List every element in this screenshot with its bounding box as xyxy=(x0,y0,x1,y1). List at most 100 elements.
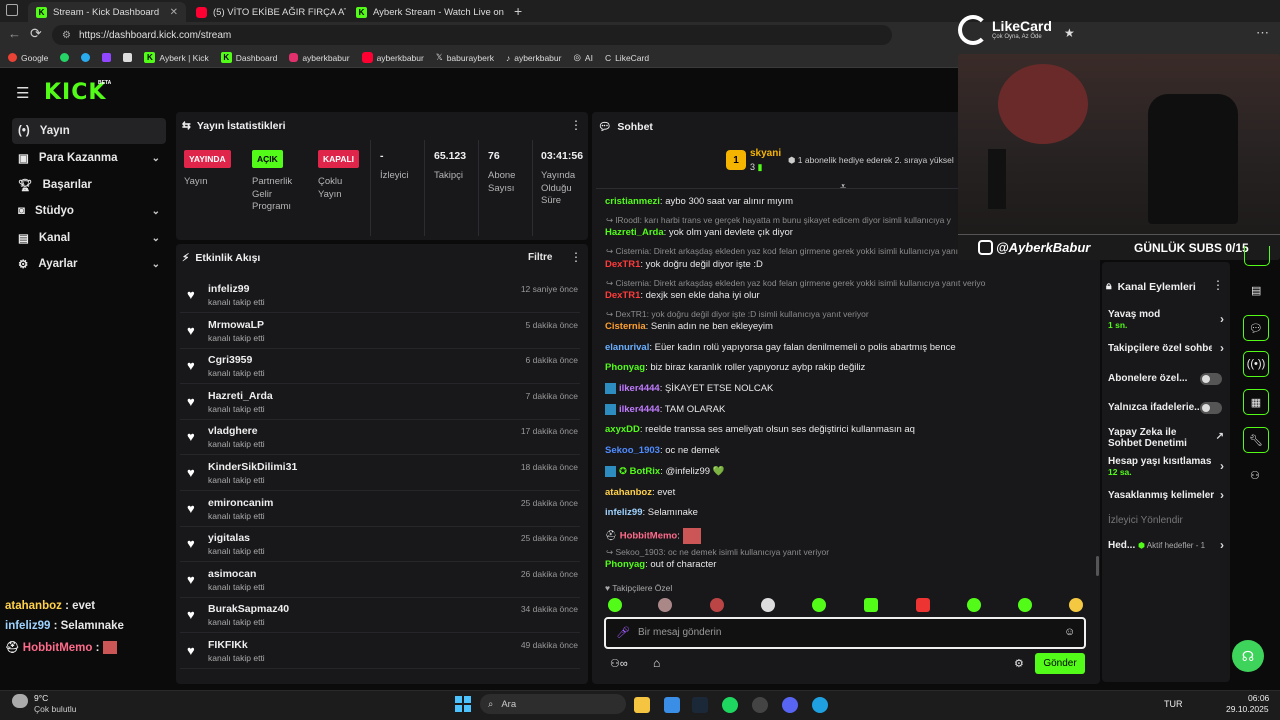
emote-icon[interactable] xyxy=(864,598,878,612)
sidebar-item-kanal[interactable]: ▤ Kanal ⌄ xyxy=(12,225,166,251)
site-info-icon[interactable]: ⚙ xyxy=(62,30,71,41)
steam-icon[interactable] xyxy=(692,697,708,713)
telegram-icon[interactable] xyxy=(81,53,91,62)
activity-item[interactable]: ♥ FIKFIKk kanalı takip etti 49 dakika ön… xyxy=(180,633,580,669)
microphone-icon[interactable]: 🎤︎ xyxy=(616,626,630,639)
bookmark-google[interactable]: Google xyxy=(8,53,48,63)
viewer-redirect[interactable]: İzleyici Yönlendir xyxy=(1108,515,1224,526)
chat-message[interactable]: infeliz99: Selamınake xyxy=(605,507,985,518)
reload-icon[interactable]: ⟳ xyxy=(30,25,42,42)
hamburger-menu-icon[interactable]: ☰ xyxy=(16,84,29,102)
windows-start-icon[interactable] xyxy=(455,696,471,712)
activity-item[interactable]: ♥ vladghere kanalı takip etti 17 dakika … xyxy=(180,419,580,456)
new-tab-icon[interactable]: + xyxy=(514,3,522,19)
edge-icon[interactable] xyxy=(812,697,828,713)
banned-words[interactable]: Yasaklanmış kelimeler › xyxy=(1108,488,1224,502)
url-field[interactable]: ⚙ https://dashboard.kick.com/stream xyxy=(52,25,892,45)
sidebar-item-studyo[interactable]: ◙ Stüdyo ⌄ xyxy=(12,198,166,224)
chat-message[interactable]: atahanboz: evet xyxy=(605,487,985,498)
weather-desc[interactable]: Çok bulutlu xyxy=(34,704,77,714)
spotify-icon[interactable] xyxy=(722,697,738,713)
emotes-only[interactable]: Yalnızca ifadelerie... xyxy=(1108,402,1224,414)
send-button[interactable]: Gönder xyxy=(1035,653,1085,674)
activity-item[interactable]: ♥ asimocan kanalı takip etti 26 dakika ö… xyxy=(180,562,580,598)
bookmark-dashboard[interactable]: K Dashboard xyxy=(220,52,277,63)
taskbar-search[interactable]: ⌕ Ara xyxy=(480,694,626,714)
filter-button[interactable]: Filtre xyxy=(528,252,552,263)
chat-message[interactable]: elanurival: Eüer kadın rolü yapıyorsa ga… xyxy=(605,342,985,353)
goals[interactable]: Hed... ⬢ Aktif hedefler - 1 › xyxy=(1108,538,1224,552)
bookmark-ayberk-kick[interactable]: K Ayberk | Kick xyxy=(144,52,209,63)
activity-item[interactable]: ♥ Cgri3959 kanalı takip etti 6 dakika ön… xyxy=(180,348,580,385)
chat-message[interactable]: axyxDD: reelde transsa ses ameliyatı ols… xyxy=(605,424,985,435)
weather-temp[interactable]: 9°C xyxy=(34,693,48,703)
tab-kick-watch[interactable]: KAyberk Stream - Watch Live on Kick✕ xyxy=(348,2,506,22)
sidebar-item-ayarlar[interactable]: ⚙ Ayarlar ⌄ xyxy=(12,251,166,277)
chat-message[interactable]: ilker4444: TAM OLARAK xyxy=(605,404,985,415)
followers-only-chat[interactable]: Takipçilere özel sohbet › xyxy=(1108,341,1224,355)
bookmark-tiktok[interactable]: ♪ ayberkbabur xyxy=(506,53,562,63)
obs-icon[interactable] xyxy=(752,697,768,713)
chat-message[interactable]: cristianmezi: aybo 300 saat var alınır m… xyxy=(605,196,985,207)
more-options-icon[interactable]: ⋮ xyxy=(1212,278,1224,292)
chat-icon[interactable]: 💬︎ xyxy=(1243,315,1269,341)
bookmark-icon[interactable] xyxy=(123,53,133,62)
sidebar-item-para-kazanma[interactable]: ▣ Para Kazanma ⌄ xyxy=(12,145,166,171)
account-age-restriction[interactable]: Hesap yaşı kısıtlaması 12 sa. › xyxy=(1108,456,1224,477)
whatsapp-icon[interactable] xyxy=(60,53,70,62)
chat-message[interactable]: ⛑︎ HobbitMemo: xyxy=(605,528,985,544)
sidebar-item-basarilar[interactable]: 🏆︎ Başarılar xyxy=(12,172,166,198)
emote-icon[interactable] xyxy=(812,598,826,612)
emote-icon[interactable] xyxy=(967,598,981,612)
chat-message[interactable]: Phonyag: biz biraz karanlık roller yapıy… xyxy=(605,362,985,373)
chat-scrollbar[interactable] xyxy=(1096,556,1099,576)
close-icon[interactable]: ✕ xyxy=(170,7,178,18)
bookmark-youtube[interactable]: ayberkbabur xyxy=(361,52,424,63)
input-language[interactable]: TUR xyxy=(1164,699,1183,709)
emote-icon[interactable] xyxy=(710,598,724,612)
chat-message[interactable]: ✪ BotRix: @infeliz99 💚 xyxy=(605,466,985,477)
chat-message[interactable]: ilker4444: ŞİKAYET ETSE NOLCAK xyxy=(605,383,985,394)
store-icon[interactable] xyxy=(664,697,680,713)
chat-message[interactable]: Hazreti_Arda: yok olm yani devlete çık d… xyxy=(605,227,985,238)
bookmark-instagram[interactable]: ayberkbabur xyxy=(289,53,350,63)
emote-icon[interactable] xyxy=(1069,598,1083,612)
chat-message[interactable]: DexTR1: dexjk sen ekle daha iyi olur xyxy=(605,290,985,301)
subscribers-only-toggle[interactable] xyxy=(1200,373,1222,385)
users-icon[interactable]: ⚇ xyxy=(1250,469,1260,482)
pinned-user[interactable]: skyani xyxy=(750,148,781,159)
chat-settings-icon[interactable]: ⚇∞ xyxy=(610,657,628,670)
tab-kick-dashboard[interactable]: K Stream - Kick Dashboard ✕ xyxy=(28,2,186,22)
bookmark-x[interactable]: 𝕏baburayberk xyxy=(436,52,494,63)
bookmark-likecard[interactable]: C LikeCard xyxy=(605,53,649,63)
more-options-icon[interactable]: ⋮ xyxy=(570,118,582,132)
back-icon[interactable]: ← xyxy=(8,26,21,41)
emote-icon[interactable] xyxy=(658,598,672,612)
favorite-star-icon[interactable]: ★ xyxy=(1064,26,1075,40)
emotes-only-toggle[interactable] xyxy=(1200,402,1222,414)
twitch-icon[interactable] xyxy=(102,53,112,62)
tab-youtube[interactable]: (5) VİTO EKİBE AĞIR FIRÇA ATIYOR✕ xyxy=(188,2,346,22)
gear-icon[interactable]: ⚙ xyxy=(1014,657,1024,670)
activity-item[interactable]: ♥ Hazreti_Arda kanalı takip etti 7 dakik… xyxy=(180,384,580,420)
chat-input[interactable]: Bir mesaj gönderin xyxy=(638,627,721,638)
activity-item[interactable]: ♥ emironcanim kanalı takip etti 25 dakik… xyxy=(180,491,580,527)
activity-item[interactable]: ♥ infeliz99 kanalı takip etti 12 saniye … xyxy=(180,277,580,313)
emote-icon[interactable] xyxy=(916,598,930,612)
document-icon[interactable]: ▤ xyxy=(1251,284,1261,297)
ai-moderation[interactable]: Yapay Zeka ile Sohbet Denetimi ↗ xyxy=(1108,427,1224,449)
emote-icon[interactable] xyxy=(761,598,775,612)
clock-time[interactable]: 06:06 xyxy=(1248,693,1269,703)
emoji-icon[interactable]: ☺ xyxy=(1064,626,1075,638)
wrench-icon[interactable]: 🔧︎ xyxy=(1243,427,1269,453)
emote-icon[interactable] xyxy=(1018,598,1032,612)
support-chat-button[interactable]: ☊ xyxy=(1232,640,1264,672)
activity-item[interactable]: ♥ BurakSapmaz40 kanalı takip etti 34 dak… xyxy=(180,597,580,634)
subscribers-only[interactable]: Abonelere özel... xyxy=(1108,373,1224,385)
emote-icon[interactable] xyxy=(608,598,622,612)
broadcast-icon[interactable]: ((•)) xyxy=(1243,351,1269,377)
chat-message[interactable]: Cisternia: Senin adın ne ben ekleyeyim xyxy=(605,321,985,332)
discord-icon[interactable] xyxy=(782,697,798,713)
chat-message[interactable]: Sekoo_1903: oc ne demek xyxy=(605,445,985,456)
bookmark-ai[interactable]: ◎ AI xyxy=(573,52,592,63)
